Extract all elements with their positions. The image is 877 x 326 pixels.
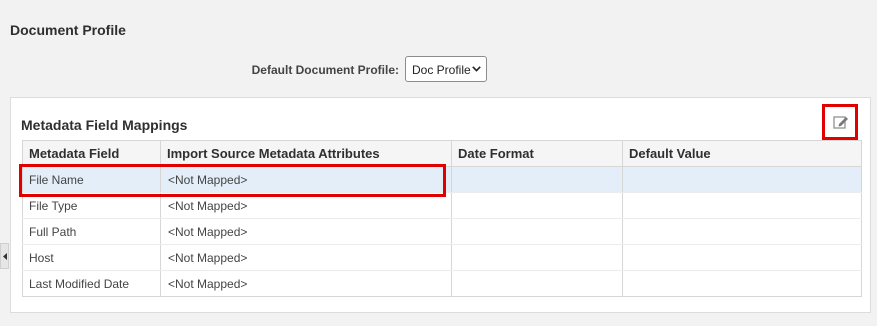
default-profile-value: Doc Profile <box>412 63 471 77</box>
table-header-row: Metadata Field Import Source Metadata At… <box>22 140 862 167</box>
page-title: Document Profile <box>10 22 126 38</box>
cell-import-attribute[interactable]: <Not Mapped> <box>160 166 452 193</box>
table-row[interactable]: File Type <Not Mapped> <box>22 192 862 219</box>
cell-default-value[interactable] <box>622 192 862 219</box>
cell-date-format[interactable] <box>451 218 623 245</box>
cell-import-attribute[interactable]: <Not Mapped> <box>160 218 452 245</box>
table-row[interactable]: Host <Not Mapped> <box>22 244 862 271</box>
table-row[interactable]: Last Modified Date <Not Mapped> <box>22 270 862 297</box>
cell-default-value[interactable] <box>622 166 862 193</box>
metadata-mappings-table: Metadata Field Import Source Metadata At… <box>22 140 862 297</box>
cell-import-attribute[interactable]: <Not Mapped> <box>160 192 452 219</box>
chevron-down-icon <box>472 66 481 72</box>
cell-import-attribute[interactable]: <Not Mapped> <box>160 270 452 297</box>
edit-mappings-button[interactable] <box>822 104 858 140</box>
cell-metadata-field: File Type <box>22 192 161 219</box>
cell-default-value[interactable] <box>622 244 862 271</box>
column-header-import-source[interactable]: Import Source Metadata Attributes <box>160 140 452 167</box>
table-row[interactable]: File Name <Not Mapped> <box>22 166 862 193</box>
cell-metadata-field: File Name <box>22 166 161 193</box>
cell-date-format[interactable] <box>451 166 623 193</box>
column-header-metadata-field[interactable]: Metadata Field <box>22 140 161 167</box>
cell-date-format[interactable] <box>451 192 623 219</box>
column-header-date-format[interactable]: Date Format <box>451 140 623 167</box>
collapse-left-icon <box>3 253 7 260</box>
metadata-mappings-title: Metadata Field Mappings <box>21 117 188 133</box>
default-profile-row: Default Document Profile: Doc Profile <box>0 56 877 82</box>
cell-metadata-field: Last Modified Date <box>22 270 161 297</box>
collapse-pane-handle[interactable] <box>0 243 9 269</box>
cell-metadata-field: Host <box>22 244 161 271</box>
metadata-field-mappings-panel: Metadata Field Mappings Metadata Field I… <box>10 97 871 313</box>
cell-date-format[interactable] <box>451 270 623 297</box>
default-profile-select[interactable]: Doc Profile <box>405 56 487 82</box>
table-row[interactable]: Full Path <Not Mapped> <box>22 218 862 245</box>
cell-import-attribute[interactable]: <Not Mapped> <box>160 244 452 271</box>
cell-default-value[interactable] <box>622 270 862 297</box>
edit-pencil-icon <box>833 116 848 129</box>
cell-date-format[interactable] <box>451 244 623 271</box>
cell-metadata-field: Full Path <box>22 218 161 245</box>
column-header-default-value[interactable]: Default Value <box>622 140 862 167</box>
cell-default-value[interactable] <box>622 218 862 245</box>
default-profile-label: Default Document Profile: <box>251 63 399 77</box>
